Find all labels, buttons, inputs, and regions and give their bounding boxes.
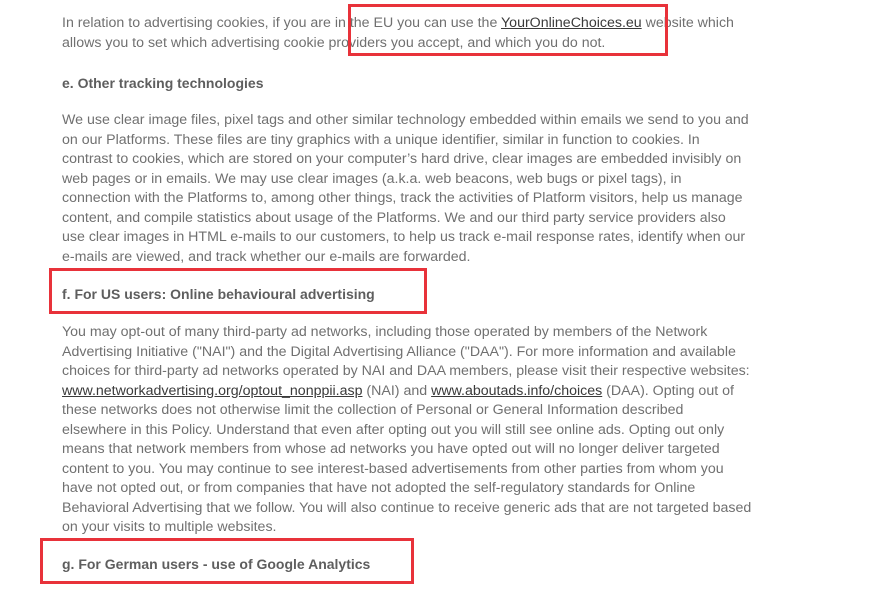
daa-choices-link[interactable]: www.aboutads.info/choices <box>431 383 602 399</box>
optout-text-3: (DAA). Opting out of these networks does… <box>62 382 752 536</box>
youronlinechoices-link[interactable]: YourOnlineChoices.eu <box>501 15 642 31</box>
optout-text-1: You may opt-out of many third-party ad n… <box>62 324 750 379</box>
heading-us-users: f. For US users: Online behavioural adve… <box>62 286 375 302</box>
nai-optout-link[interactable]: www.networkadvertising.org/optout_nonppi… <box>62 383 362 399</box>
heading-other-tracking: e. Other tracking technologies <box>62 75 264 91</box>
eu-text-before: In relation to advertising cookies, if y… <box>62 15 502 31</box>
optout-text-2: (NAI) and <box>362 382 432 399</box>
tracking-paragraph: We use clear image files, pixel tags and… <box>62 112 749 265</box>
eu-advertising-paragraph: In relation to advertising cookies, if y… <box>62 14 752 53</box>
heading-german-users: g. For German users - use of Google Anal… <box>62 556 371 572</box>
optout-paragraph: You may opt-out of many third-party ad n… <box>62 323 752 538</box>
